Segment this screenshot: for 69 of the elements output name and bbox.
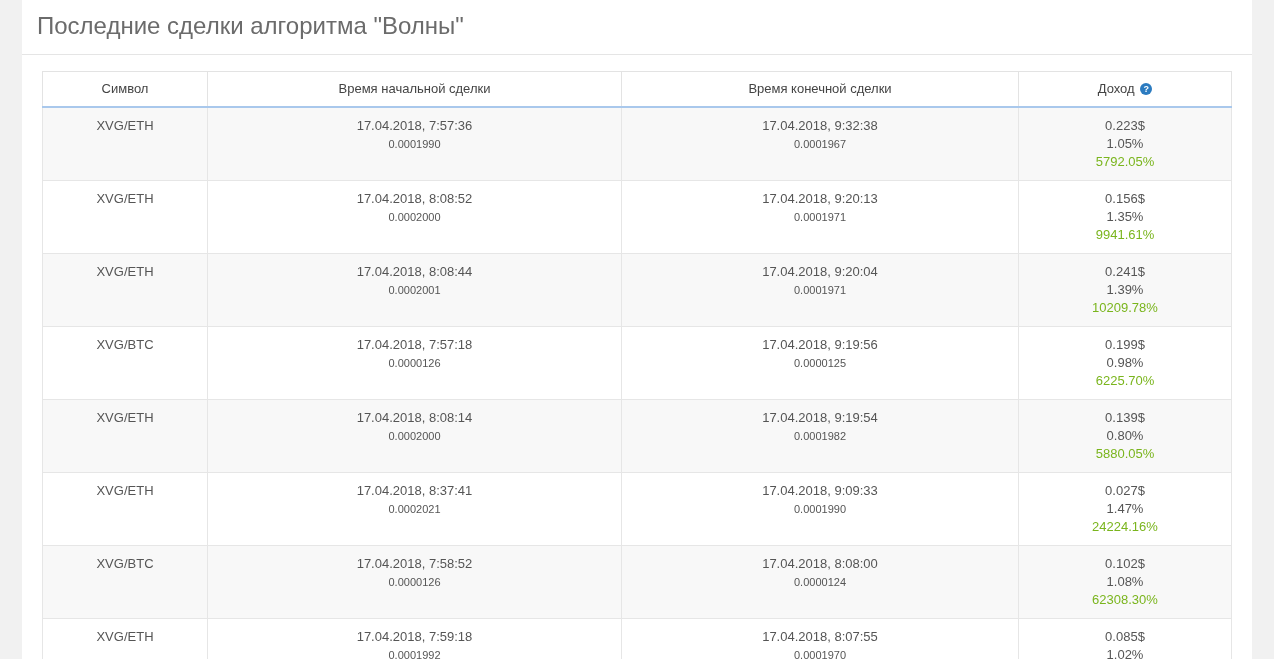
time-text: 17.04.2018, 9:19:54 xyxy=(762,408,878,427)
time-text: 17.04.2018, 9:32:38 xyxy=(762,116,878,135)
price-text: 0.0002021 xyxy=(388,501,441,517)
percent-text: 1.35% xyxy=(1106,207,1144,226)
symbol-text: XVG/ETH xyxy=(96,189,154,208)
time-text: 17.04.2018, 8:08:00 xyxy=(762,554,878,573)
column-header: Время начальной сделки xyxy=(207,71,622,107)
column-header: Символ xyxy=(42,71,208,107)
symbol-text: XVG/ETH xyxy=(96,627,154,646)
price-text: 0.0002001 xyxy=(388,282,441,298)
gain-text: 9941.61% xyxy=(1095,225,1155,244)
symbol-text: XVG/BTC xyxy=(96,554,154,573)
gain-text: 5880.05% xyxy=(1095,444,1155,463)
time-text: 17.04.2018, 9:09:33 xyxy=(762,481,878,500)
symbol-text: XVG/BTC xyxy=(96,335,154,354)
symbol-text: XVG/ETH xyxy=(96,116,154,135)
time-text: 17.04.2018, 8:37:41 xyxy=(356,481,473,500)
time-text: 17.04.2018, 7:59:18 xyxy=(356,627,473,646)
time-text: 17.04.2018, 7:57:18 xyxy=(356,335,473,354)
profit-text: 0.223$ xyxy=(1105,116,1145,135)
percent-text: 1.47% xyxy=(1106,499,1144,518)
column-header: Время конечной сделки xyxy=(621,71,1019,107)
gain-text: 10209.78% xyxy=(1092,298,1158,317)
price-text: 0.0000125 xyxy=(794,355,846,371)
percent-text: 0.98% xyxy=(1106,353,1144,372)
percent-text: 1.08% xyxy=(1106,572,1144,591)
symbol-text: XVG/ETH xyxy=(96,481,154,500)
help-icon: ? xyxy=(1140,83,1153,95)
time-text: 17.04.2018, 9:19:56 xyxy=(762,335,878,354)
symbol-text: XVG/ETH xyxy=(96,262,154,281)
price-text: 0.0001970 xyxy=(794,647,846,659)
time-text: 17.04.2018, 7:57:36 xyxy=(356,116,473,135)
profit-text: 0.085$ xyxy=(1105,627,1145,646)
profit-text: 0.139$ xyxy=(1105,408,1145,427)
price-text: 0.0001990 xyxy=(794,501,846,517)
gain-text: 6225.70% xyxy=(1095,371,1155,390)
price-text: 0.0001990 xyxy=(388,136,441,152)
column-header: Доход xyxy=(1097,81,1135,96)
price-text: 0.0001971 xyxy=(794,282,846,298)
profit-text: 0.156$ xyxy=(1105,189,1145,208)
gain-text: 5792.05% xyxy=(1095,152,1155,171)
percent-text: 1.39% xyxy=(1106,280,1144,299)
time-text: 17.04.2018, 8:08:14 xyxy=(356,408,473,427)
price-text: 0.0001982 xyxy=(794,428,846,444)
time-text: 17.04.2018, 8:08:44 xyxy=(356,262,473,281)
profit-text: 0.199$ xyxy=(1105,335,1145,354)
symbol-text: XVG/ETH xyxy=(96,408,154,427)
price-text: 0.0000126 xyxy=(388,574,441,590)
time-text: 17.04.2018, 7:58:52 xyxy=(356,554,473,573)
profit-text: 0.027$ xyxy=(1105,481,1145,500)
time-text: 17.04.2018, 9:20:13 xyxy=(762,189,878,208)
price-text: 0.0001992 xyxy=(388,647,441,659)
gain-text: 24224.16% xyxy=(1092,517,1158,536)
time-text: 17.04.2018, 9:20:04 xyxy=(762,262,878,281)
page-title: Последние сделки алгоритма "Волны" xyxy=(22,0,1252,55)
profit-text: 0.241$ xyxy=(1105,262,1145,281)
time-text: 17.04.2018, 8:07:55 xyxy=(762,627,878,646)
percent-text: 1.05% xyxy=(1106,134,1144,153)
profit-text: 0.102$ xyxy=(1105,554,1145,573)
price-text: 0.0002000 xyxy=(388,428,441,444)
price-text: 0.0001971 xyxy=(794,209,846,225)
price-text: 0.0002000 xyxy=(388,209,441,225)
gain-text: 62308.30% xyxy=(1092,590,1158,609)
percent-text: 1.02% xyxy=(1106,645,1144,659)
price-text: 0.0000124 xyxy=(794,574,846,590)
price-text: 0.0000126 xyxy=(388,355,441,371)
time-text: 17.04.2018, 8:08:52 xyxy=(356,189,473,208)
percent-text: 0.80% xyxy=(1106,426,1144,445)
price-text: 0.0001967 xyxy=(794,136,846,152)
